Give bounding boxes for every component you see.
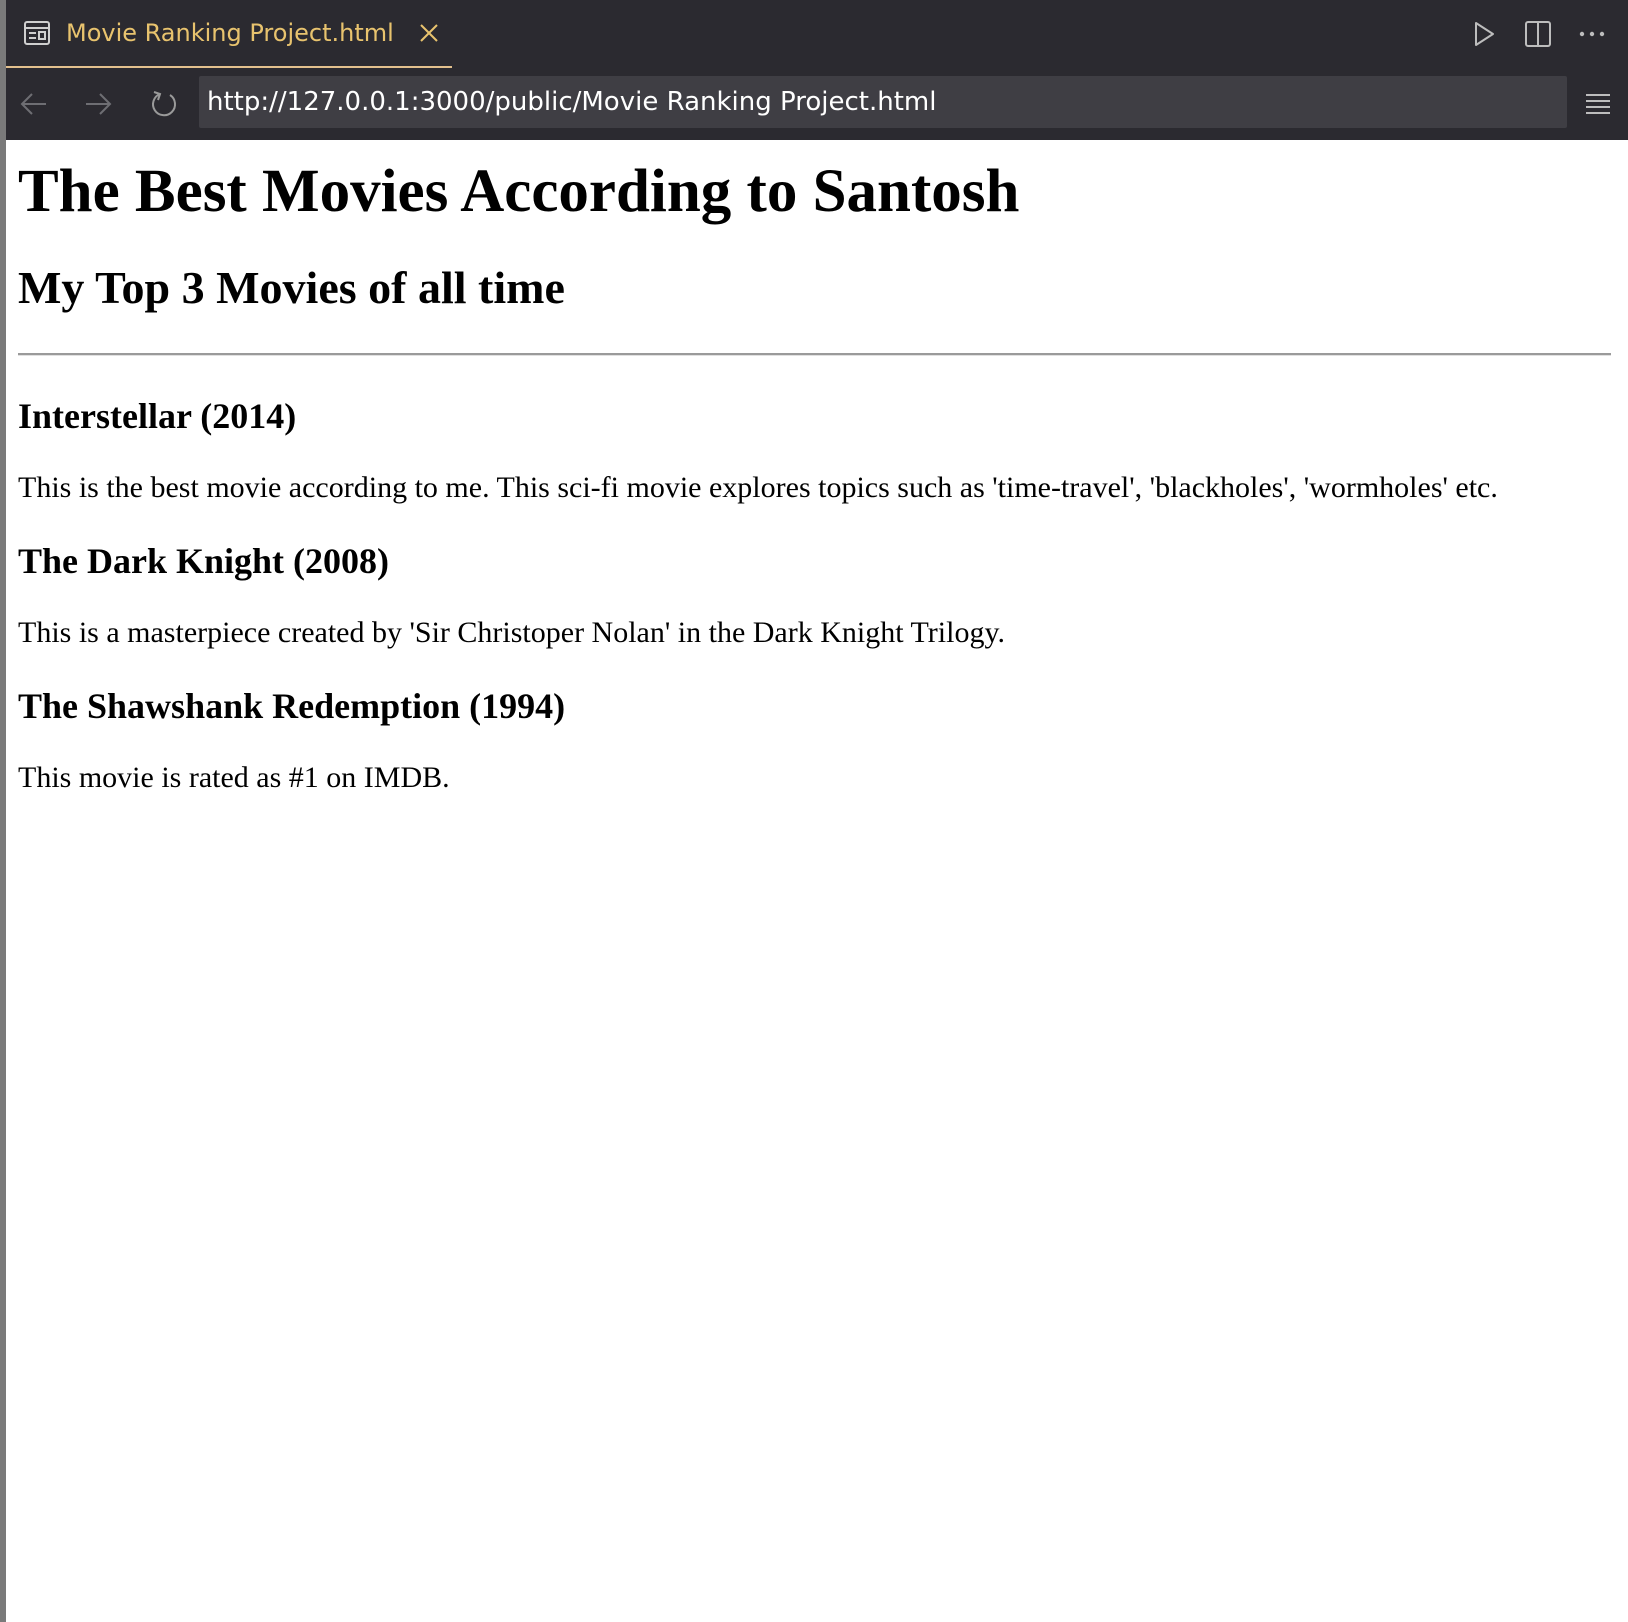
menu-icon[interactable] [1580,86,1616,122]
reload-icon[interactable] [146,86,182,122]
split-editor-icon[interactable] [1522,18,1554,50]
movie-description: This is the best movie according to me. … [18,471,1498,504]
movie-heading: The Shawshank Redemption (1994) [18,686,566,726]
page-subtitle: My Top 3 Movies of all time [18,262,565,313]
movie-description: This movie is rated as #1 on IMDB. [18,761,450,794]
back-arrow-icon[interactable] [16,86,52,122]
navigation-bar [6,68,1628,140]
preview-icon [24,21,50,45]
more-icon[interactable] [1576,18,1608,50]
page-content: The Best Movies According to Santosh My … [18,140,1612,797]
url-input[interactable] [199,76,1567,128]
tab-title: Movie Ranking Project.html [66,19,394,47]
movie-heading: The Dark Knight (2008) [18,541,390,581]
close-icon[interactable] [418,22,440,44]
tab-movie-ranking[interactable]: Movie Ranking Project.html [6,0,452,68]
run-icon[interactable] [1468,18,1500,50]
movie-heading: Interstellar (2014) [18,396,297,436]
browser-window: Movie Ranking Project.html http://127.0.… [0,0,1628,1622]
forward-arrow-icon[interactable] [80,86,116,122]
movie-description: This is a masterpiece created by 'Sir Ch… [18,616,1006,649]
tab-bar: Movie Ranking Project.html [0,0,1628,68]
window-edge [0,0,6,1622]
divider [18,353,1611,356]
editor-actions [1468,16,1608,52]
page-title: The Best Movies According to Santosh [18,158,1020,225]
